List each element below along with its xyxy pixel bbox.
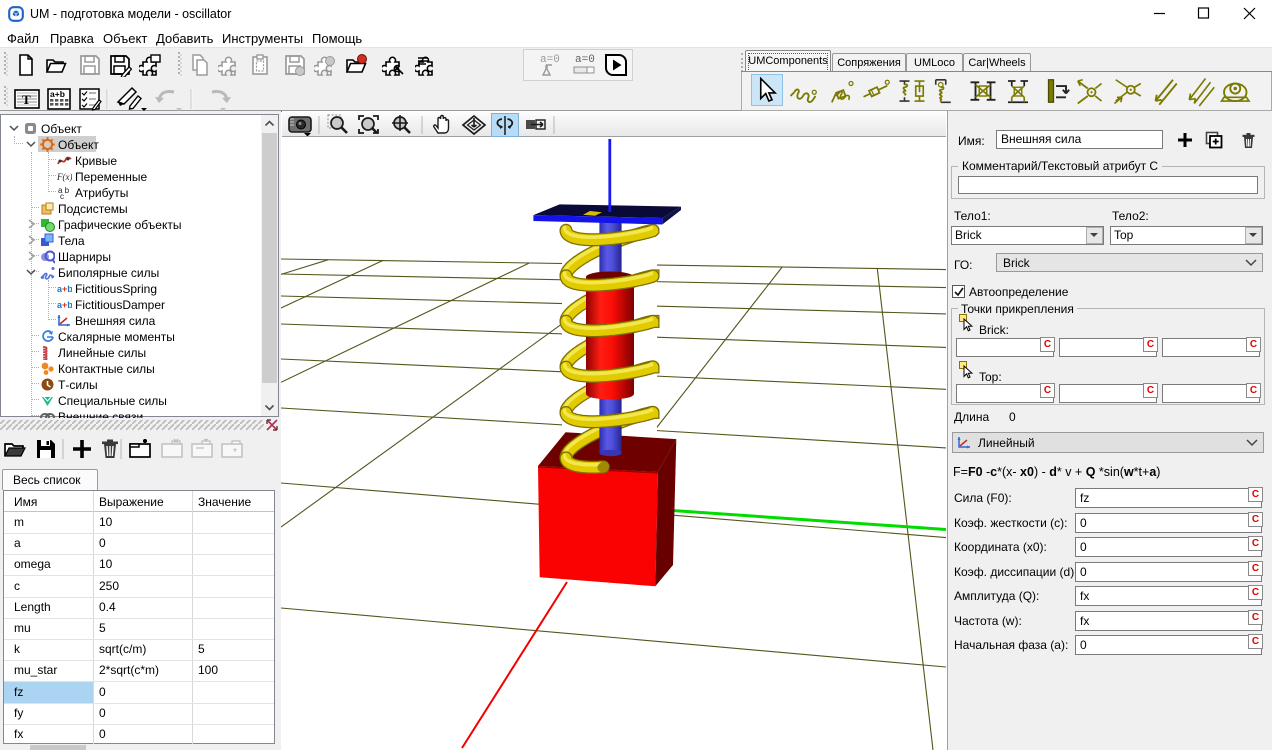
svg-text:T: T: [22, 92, 31, 107]
svg-text:a+b: a+b: [57, 300, 72, 310]
svg-text:a=0: a=0: [540, 54, 560, 66]
svg-text:F(x): F(x): [57, 172, 72, 182]
svg-text:a=0: a=0: [575, 54, 595, 66]
svg-text:a+b: a+b: [50, 89, 65, 99]
svg-text:a+b: a+b: [57, 284, 72, 294]
svg-text:c: c: [60, 192, 64, 200]
svg-text:*: *: [233, 447, 237, 458]
